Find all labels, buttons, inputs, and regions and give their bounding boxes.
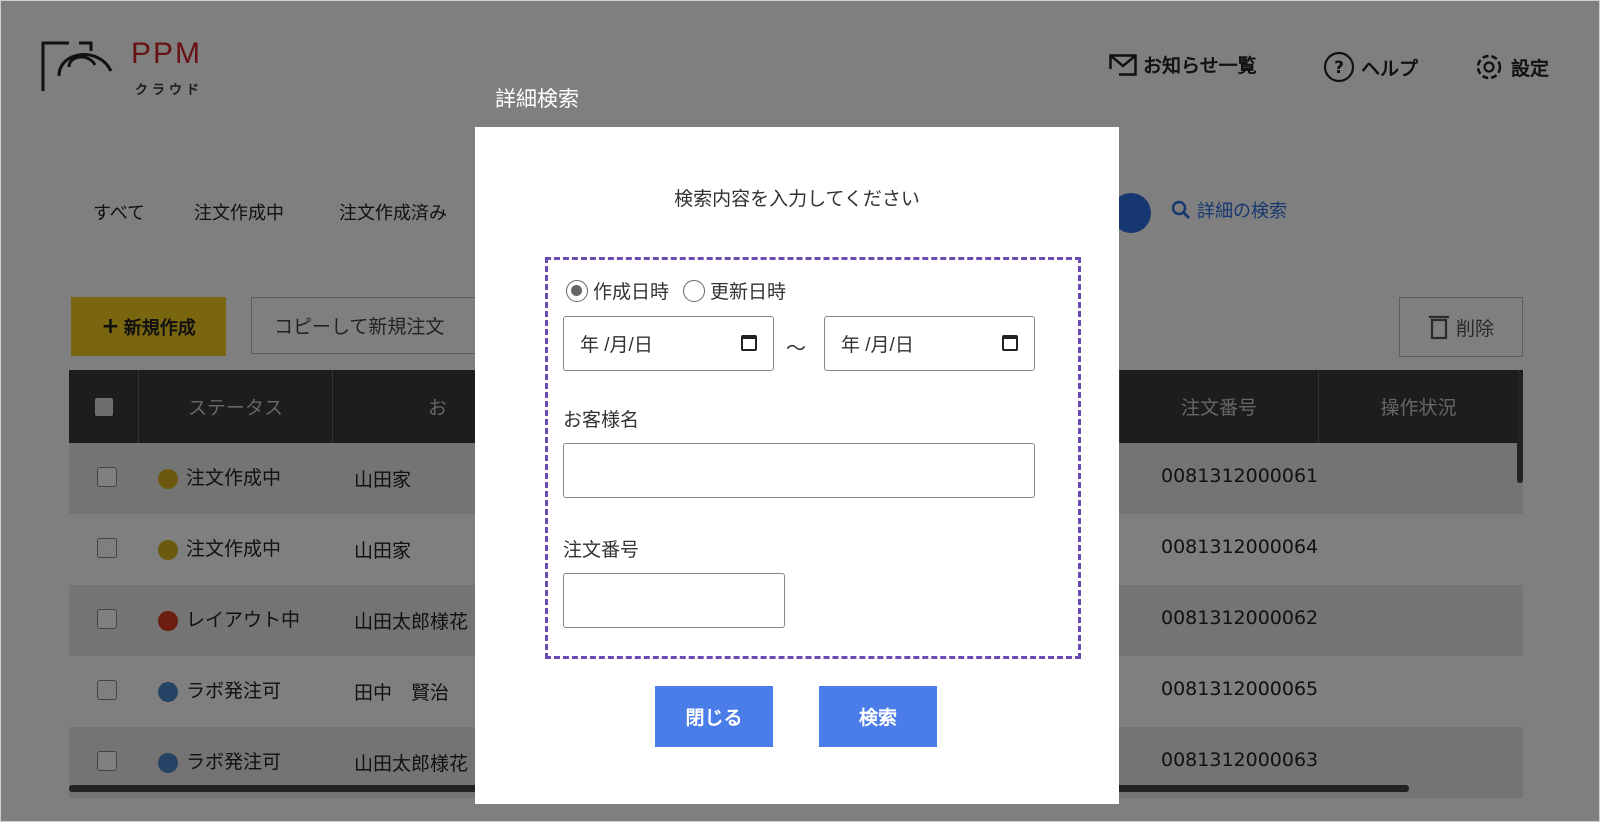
radio-updated-date[interactable] (683, 279, 706, 302)
date-range-separator: ～ (786, 336, 806, 360)
date-type-radio-group: 作成日時 更新日時 (566, 277, 786, 304)
app-window: PPM クラウド お知らせ一覧 ? ヘルプ 設定 すべて 注文作成中 注文作成済… (0, 0, 1600, 822)
date-from-input[interactable]: 年 /月/日 (563, 316, 774, 371)
search-criteria-group: 作成日時 更新日時 年 /月/日 ～ 年 /月/日 お客様名 注文番号 (545, 257, 1081, 659)
radio-created-date[interactable] (566, 279, 588, 302)
dialog-header: 詳細検索 (475, 69, 1119, 127)
order-number-label: 注文番号 (563, 539, 640, 561)
detail-search-dialog: 詳細検索 検索内容を入力してください 作成日時 更新日時 年 /月/日 ～ 年 … (475, 69, 1119, 804)
calendar-icon[interactable] (741, 335, 757, 351)
date-to-input[interactable]: 年 /月/日 (824, 316, 1035, 371)
customer-name-label: お客様名 (563, 409, 640, 431)
order-number-input[interactable] (563, 573, 785, 628)
search-button[interactable]: 検索 (819, 686, 937, 747)
radio-updated-label[interactable]: 更新日時 (710, 277, 786, 304)
date-from-placeholder: 年 /月/日 (580, 335, 653, 356)
dialog-instructions: 検索内容を入力してください (674, 188, 920, 210)
dialog-title: 詳細検索 (495, 87, 579, 111)
customer-name-input[interactable] (563, 443, 1035, 498)
date-to-placeholder: 年 /月/日 (841, 335, 914, 356)
radio-created-label[interactable]: 作成日時 (593, 277, 669, 304)
close-button[interactable]: 閉じる (655, 686, 773, 747)
calendar-icon[interactable] (1002, 335, 1018, 351)
